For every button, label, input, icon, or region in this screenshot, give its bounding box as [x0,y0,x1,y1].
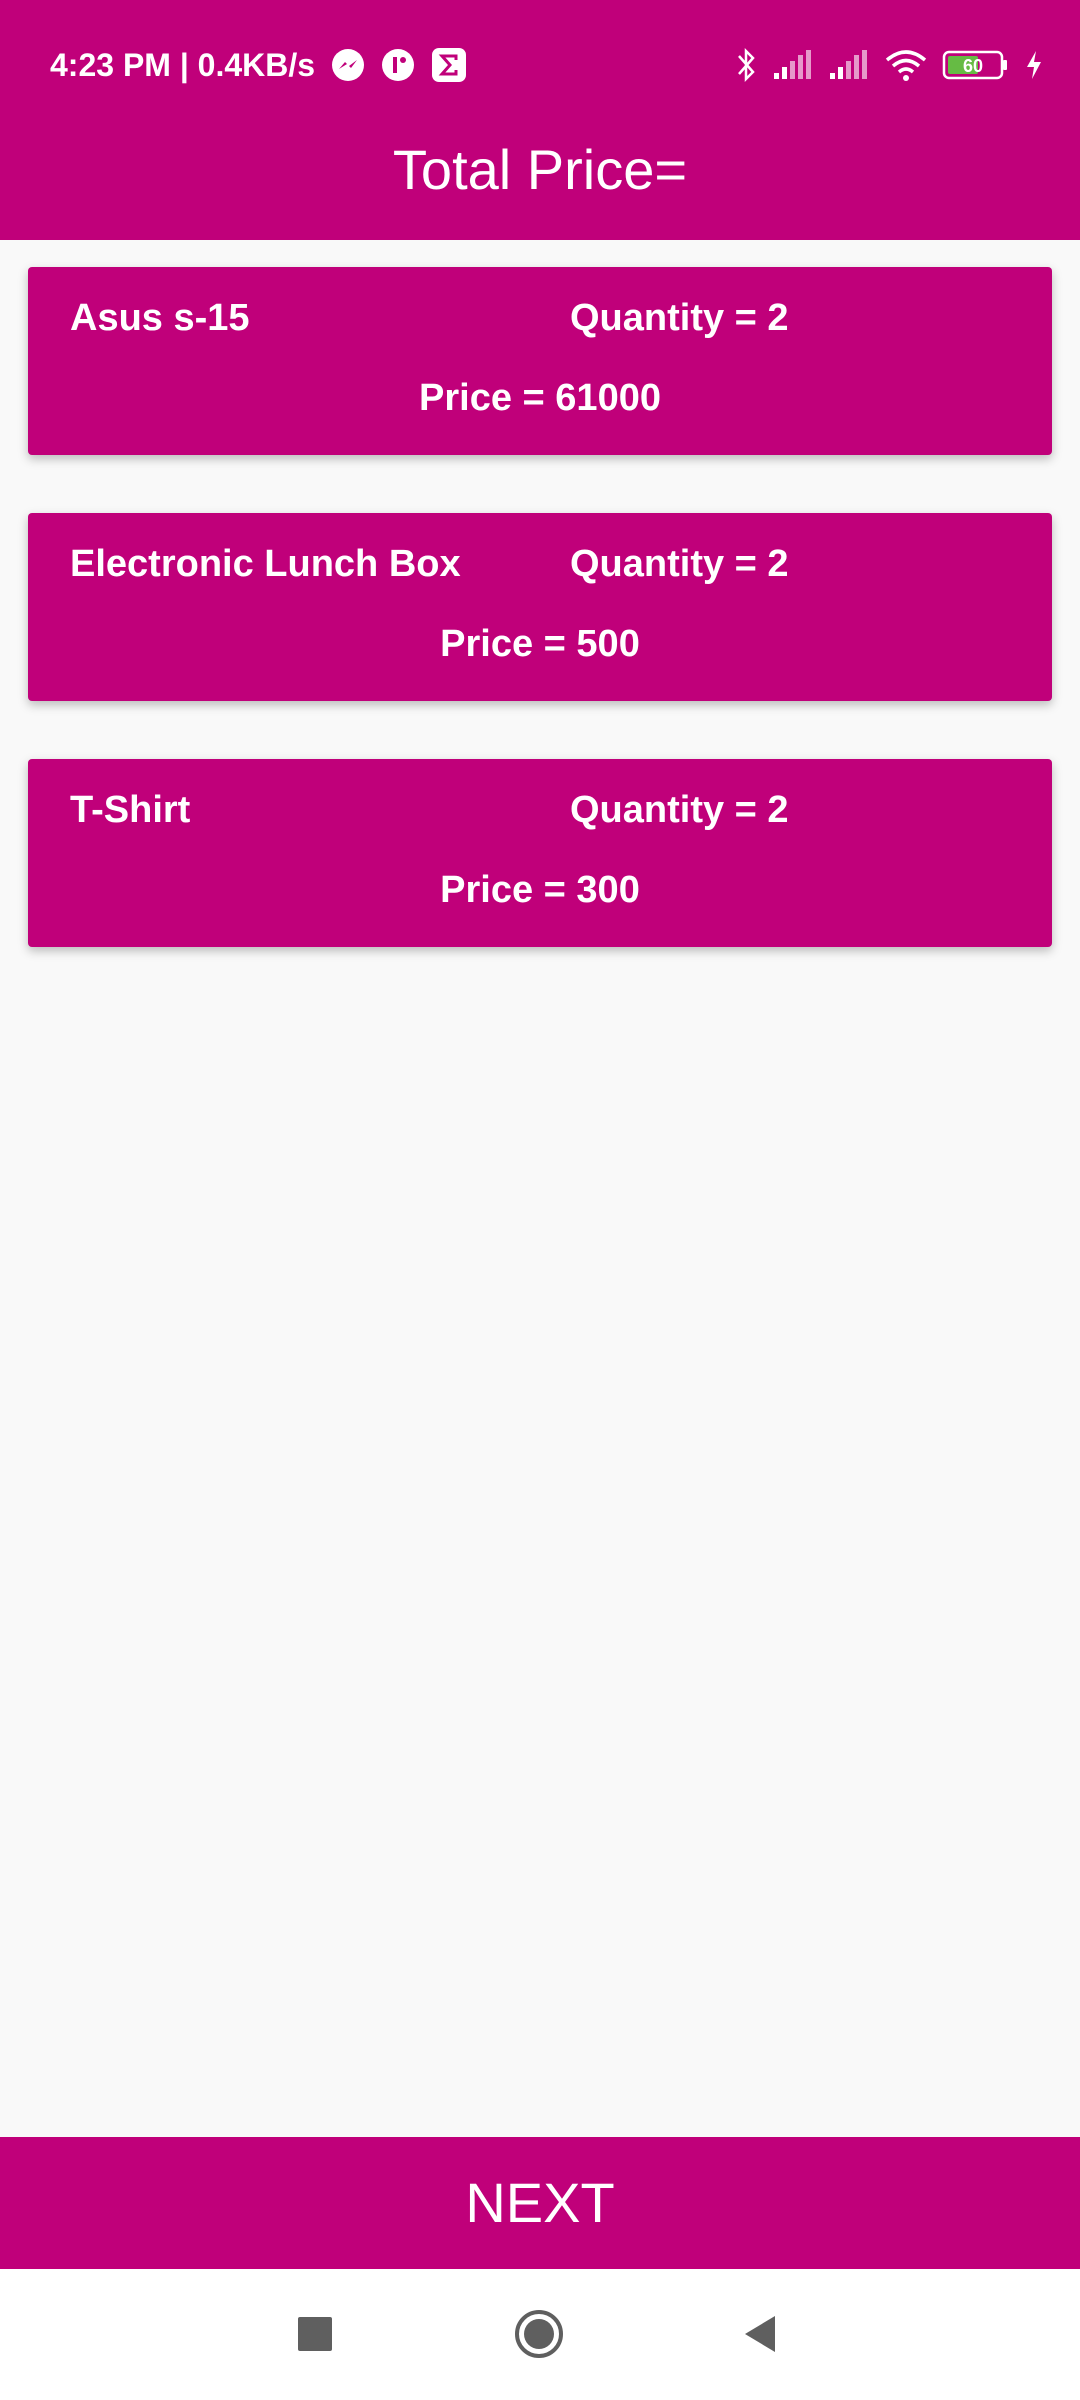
cart-item-price: Price = 61000 [419,377,661,419]
app-icon [381,48,415,82]
cart-item-card[interactable]: T-Shirt Quantity = 2 Price = 300 [28,759,1052,947]
cart-item-card[interactable]: Electronic Lunch Box Quantity = 2 Price … [28,513,1052,701]
status-bar: 4:23 PM | 0.4KB/s 60 [0,0,1080,130]
signal-icon [828,49,870,81]
status-right: 60 [734,42,1044,88]
cart-item-name: Electronic Lunch Box [70,543,461,585]
page-title: Total Price= [392,138,688,201]
cart-item-quantity: Quantity = 2 [570,789,789,831]
wifi-icon [884,48,928,82]
status-left: 4:23 PM | 0.4KB/s [50,42,467,88]
cart-item-price: Price = 300 [440,869,640,911]
messenger-icon [331,48,365,82]
charging-icon [1024,49,1044,81]
cart-item-quantity: Quantity = 2 [570,543,789,585]
cart-item-quantity: Quantity = 2 [570,297,789,339]
cart-item-name: T-Shirt [70,789,191,831]
battery-icon: 60 [942,49,1010,81]
back-icon[interactable] [726,2299,796,2369]
signal-icon [772,49,814,81]
bluetooth-icon [734,46,758,84]
recents-icon[interactable] [280,2299,350,2369]
cart-item-card[interactable]: Asus s-15 Quantity = 2 Price = 61000 [28,267,1052,455]
cart-item-name: Asus s-15 [70,297,250,339]
status-time-speed: 4:23 PM | 0.4KB/s [50,46,316,83]
home-icon[interactable] [504,2299,574,2369]
cart-item-price: Price = 500 [440,623,640,665]
app-header: 4:23 PM | 0.4KB/s 60 Total Price= [0,0,1080,240]
next-button[interactable]: NEXT [0,2137,1080,2269]
system-nav-bar [0,2269,1080,2400]
sigma-app-icon [431,47,467,83]
battery-level: 60 [963,56,983,76]
